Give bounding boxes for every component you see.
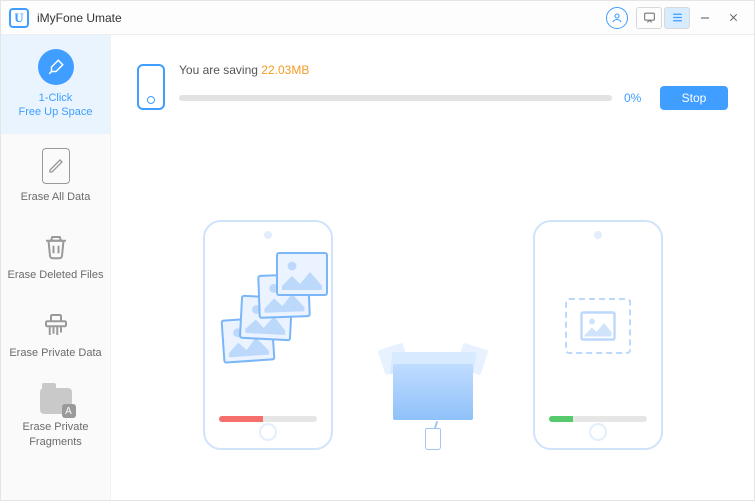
sidebar-item-erase-private-fragments[interactable]: A Erase Private Fragments — [1, 374, 110, 463]
phone-source-illustration — [203, 220, 333, 450]
sidebar-item-label: 1-Click Free Up Space — [19, 91, 93, 120]
menu-icon[interactable] — [664, 7, 690, 29]
sidebar-item-label: Erase Private Data — [9, 346, 101, 360]
account-icon[interactable] — [606, 7, 628, 29]
progress-percent: 0% — [624, 91, 648, 105]
shredder-icon — [41, 310, 71, 340]
transfer-box-illustration — [373, 300, 493, 450]
sidebar-item-label: Erase All Data — [21, 190, 91, 204]
box-icon — [383, 342, 483, 420]
sidebar-item-label: Erase Private Fragments — [22, 420, 88, 449]
folder-icon: A — [40, 388, 72, 414]
sidebar-item-erase-deleted-files[interactable]: Erase Deleted Files — [1, 218, 110, 296]
close-button[interactable] — [720, 7, 746, 29]
app-title: iMyFone Umate — [37, 11, 122, 25]
main-panel: You are saving 22.03MB 0% Stop — [111, 35, 754, 500]
phone-icon — [137, 64, 165, 110]
saving-prefix: You are saving — [179, 63, 261, 77]
target-usage-bar — [549, 416, 647, 422]
photo-placeholder-icon — [565, 298, 631, 354]
saving-text: You are saving 22.03MB — [179, 63, 728, 77]
sidebar: 1-Click Free Up Space Erase All Data Era… — [1, 35, 111, 500]
phone-erase-icon — [42, 148, 70, 184]
phone-target-illustration — [533, 220, 663, 450]
minimize-button[interactable] — [692, 7, 718, 29]
titlebar: U iMyFone Umate — [1, 1, 754, 35]
progress-row: You are saving 22.03MB 0% Stop — [137, 63, 728, 110]
progress-bar — [179, 95, 612, 101]
source-usage-bar — [219, 416, 317, 422]
stop-button[interactable]: Stop — [660, 86, 728, 110]
cup-icon — [425, 428, 441, 450]
app-logo-icon: U — [9, 8, 29, 28]
trash-icon — [41, 232, 71, 262]
brush-icon — [38, 49, 74, 85]
sidebar-item-erase-all-data[interactable]: Erase All Data — [1, 134, 110, 218]
sidebar-item-erase-private-data[interactable]: Erase Private Data — [1, 296, 110, 374]
apps-badge-icon: A — [62, 404, 76, 418]
feedback-icon[interactable] — [636, 7, 662, 29]
photo-stack-icon — [228, 252, 308, 362]
saving-amount: 22.03MB — [261, 63, 309, 77]
sidebar-item-label: Erase Deleted Files — [8, 268, 104, 282]
illustration — [137, 170, 728, 450]
sidebar-item-free-up-space[interactable]: 1-Click Free Up Space — [1, 35, 110, 134]
